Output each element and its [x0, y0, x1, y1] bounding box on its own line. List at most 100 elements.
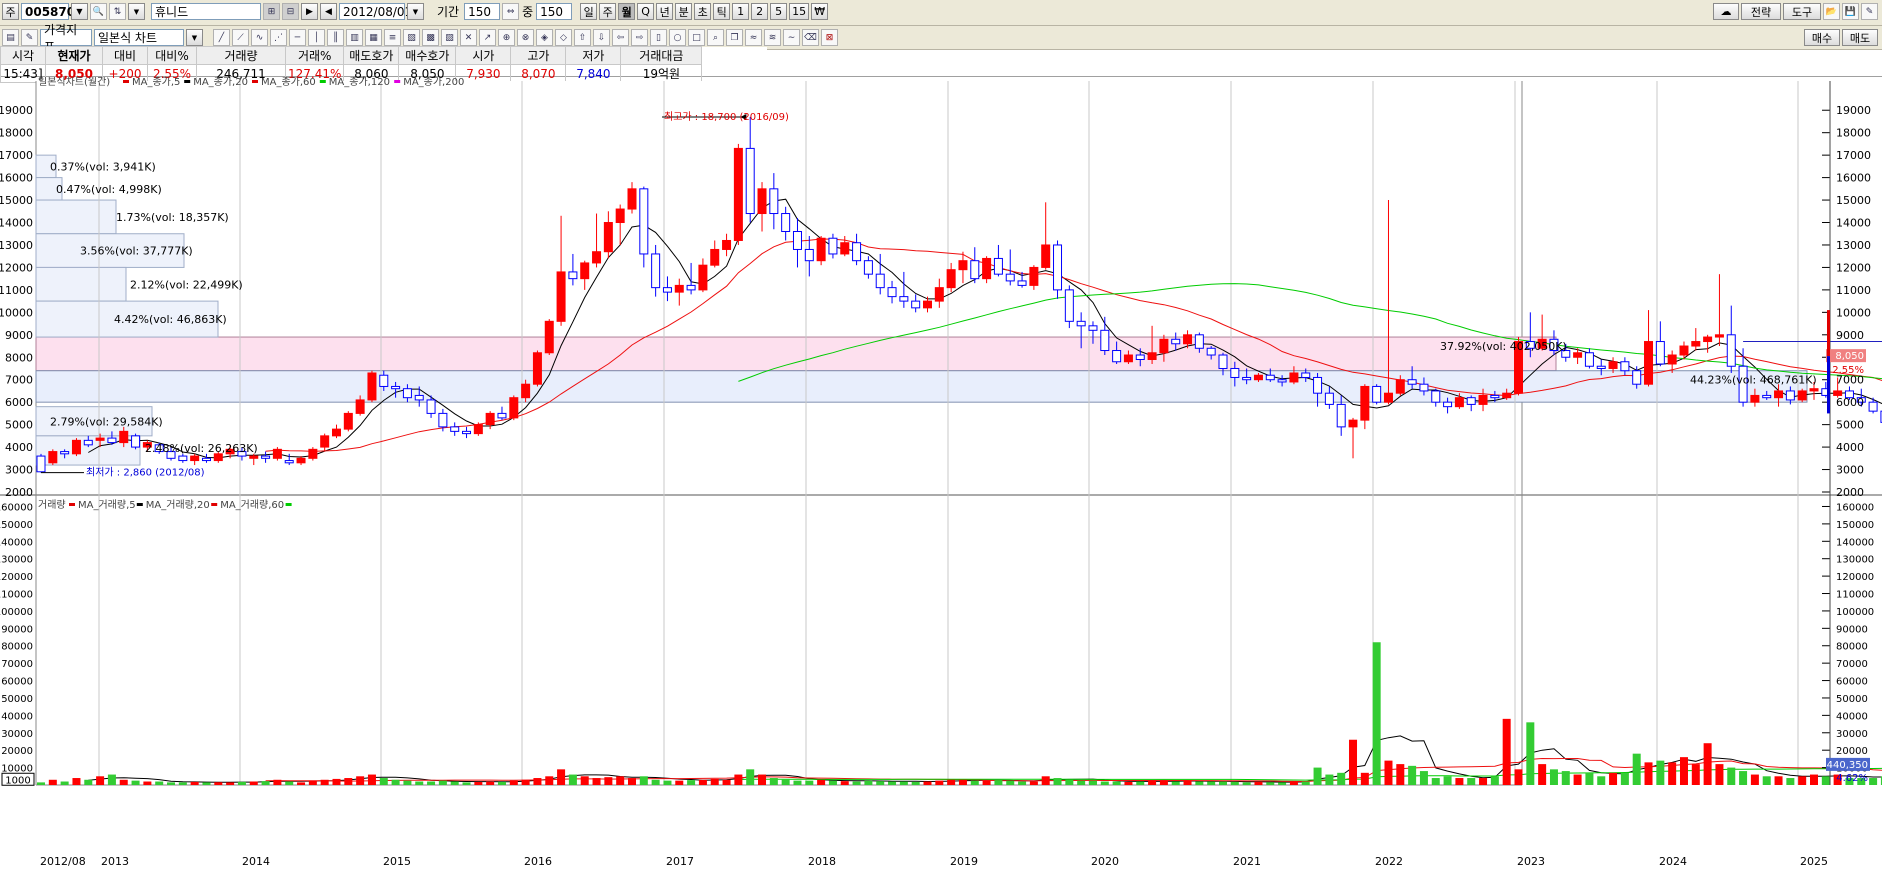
candle-body[interactable]: [1135, 354, 1145, 361]
volume-bar[interactable]: [474, 781, 483, 785]
candle-body[interactable]: [639, 188, 649, 255]
candle-body[interactable]: [1632, 370, 1642, 385]
volume-bar[interactable]: [297, 782, 306, 785]
candle-body[interactable]: [391, 385, 401, 390]
candle-body[interactable]: [343, 412, 353, 430]
candle-body[interactable]: [36, 455, 46, 473]
candle-body[interactable]: [1017, 280, 1027, 286]
search-icon[interactable]: 🔍: [90, 3, 107, 20]
candle-body[interactable]: [1360, 385, 1370, 421]
volume-bar[interactable]: [143, 781, 152, 785]
bars-tool-icon[interactable]: ║: [327, 29, 344, 46]
volume-bar[interactable]: [1597, 776, 1606, 785]
candle-body[interactable]: [272, 448, 282, 459]
volume-bar[interactable]: [935, 780, 944, 785]
volume-bar[interactable]: [1124, 781, 1133, 785]
candle-body[interactable]: [1372, 385, 1382, 403]
speed-tool-icon[interactable]: ◈: [536, 29, 553, 46]
candle-body[interactable]: [887, 287, 897, 298]
currency-button[interactable]: ₩: [811, 3, 829, 20]
candle-body[interactable]: [473, 424, 483, 435]
candle-body[interactable]: [83, 439, 93, 446]
candle-body[interactable]: [509, 397, 519, 419]
volume-bar[interactable]: [320, 779, 329, 785]
volume-bar[interactable]: [1750, 774, 1759, 785]
candle-body[interactable]: [1584, 352, 1594, 367]
circle-tool-icon[interactable]: ○: [669, 29, 686, 46]
volume-bar[interactable]: [427, 781, 436, 785]
candle-body[interactable]: [1750, 394, 1760, 403]
volume-bar[interactable]: [758, 774, 767, 785]
candle-body[interactable]: [1466, 397, 1476, 405]
volume-bar[interactable]: [1408, 765, 1417, 785]
candle-body[interactable]: [580, 262, 590, 280]
volume-bar[interactable]: [970, 780, 979, 785]
volume-bar[interactable]: [1349, 739, 1358, 785]
candle-body[interactable]: [1053, 244, 1063, 291]
candle-body[interactable]: [982, 257, 992, 280]
left-arrow-icon[interactable]: ⇦: [612, 29, 629, 46]
fibo-tool-icon[interactable]: ≡: [384, 29, 401, 46]
volume-bar[interactable]: [592, 778, 601, 785]
candle-body[interactable]: [651, 253, 661, 289]
volume-bar[interactable]: [628, 778, 636, 785]
volume-bar[interactable]: [1691, 764, 1700, 785]
candle-body[interactable]: [1809, 388, 1819, 392]
volume-bar[interactable]: [746, 769, 755, 785]
volume-bar[interactable]: [462, 782, 471, 785]
candle-body[interactable]: [1655, 341, 1665, 365]
volume-bar[interactable]: [1774, 776, 1783, 785]
candle-body[interactable]: [367, 372, 377, 401]
candle-body[interactable]: [1726, 334, 1736, 367]
volume-bar[interactable]: [1053, 778, 1062, 785]
period-quarter-button[interactable]: Q: [637, 3, 655, 20]
candle-body[interactable]: [1644, 341, 1654, 385]
volume-bar[interactable]: [1100, 781, 1109, 785]
candle-body[interactable]: [1395, 379, 1405, 394]
line-tool-icon[interactable]: ╱: [213, 29, 230, 46]
candle-body[interactable]: [1324, 392, 1334, 405]
volume-bar[interactable]: [1337, 772, 1346, 785]
volume-bar[interactable]: [639, 776, 648, 785]
volume-bar[interactable]: [687, 780, 696, 785]
volume-bar[interactable]: [1609, 772, 1618, 785]
candle-body[interactable]: [1454, 397, 1464, 408]
volume-bar[interactable]: [1727, 767, 1736, 785]
candle-body[interactable]: [1774, 390, 1784, 399]
candle-body[interactable]: [95, 437, 105, 441]
volume-bar[interactable]: [1148, 780, 1157, 785]
volume-bar[interactable]: [1538, 764, 1547, 785]
volume-bar[interactable]: [1739, 771, 1748, 785]
eraser-icon[interactable]: ⌫: [802, 29, 819, 46]
code-dropdown-icon[interactable]: ▼: [71, 3, 88, 20]
candle-body[interactable]: [1679, 345, 1689, 356]
volume-bar[interactable]: [1715, 764, 1724, 785]
candle-body[interactable]: [1608, 361, 1618, 369]
candle-body[interactable]: [1171, 338, 1181, 345]
grid-tool-icon[interactable]: ▥: [346, 29, 363, 46]
volume-bar[interactable]: [1490, 776, 1499, 785]
candle-body[interactable]: [722, 239, 732, 250]
volume-bar[interactable]: [37, 782, 45, 785]
candle-body[interactable]: [603, 222, 613, 253]
volume-bar[interactable]: [1798, 776, 1807, 785]
measure-tool-icon[interactable]: ◇: [555, 29, 572, 46]
volume-bar[interactable]: [1372, 642, 1381, 785]
volume-bar[interactable]: [1810, 774, 1818, 785]
edit-icon[interactable]: ✎: [21, 29, 38, 46]
next-date-button[interactable]: ◀: [320, 3, 337, 20]
candle-body[interactable]: [1123, 354, 1133, 363]
volume-bar[interactable]: [1360, 772, 1369, 785]
candle-body[interactable]: [1242, 376, 1252, 381]
candle-body[interactable]: [379, 374, 389, 387]
candle-body[interactable]: [308, 448, 318, 459]
candle-body[interactable]: [1691, 341, 1701, 347]
candle-body[interactable]: [107, 437, 117, 444]
volume-bar[interactable]: [1455, 778, 1464, 785]
volume-bar[interactable]: [1632, 753, 1641, 785]
market-tab[interactable]: 주: [2, 3, 19, 20]
candle-body[interactable]: [296, 457, 306, 464]
volume-bar[interactable]: [214, 782, 223, 785]
volume-bar[interactable]: [1278, 782, 1287, 785]
candle-body[interactable]: [1443, 401, 1453, 408]
